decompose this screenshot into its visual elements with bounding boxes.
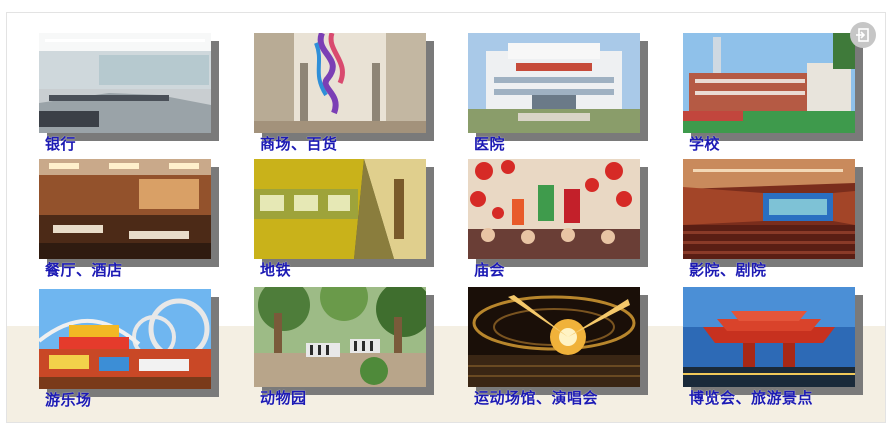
cinema-photo: [683, 159, 855, 259]
exit-button[interactable]: [850, 22, 876, 48]
zoo-photo: [254, 287, 426, 387]
hospital-photo: [468, 33, 640, 133]
temple-fair-photo: [468, 159, 640, 259]
card-label: 动物园: [260, 389, 307, 407]
restaurant-photo: [39, 159, 211, 259]
card-label: 餐厅、酒店: [45, 261, 123, 279]
card-temple-fair: 庙会: [468, 159, 668, 284]
card-zoo: 动物园: [254, 287, 454, 412]
card-label: 医院: [474, 135, 506, 153]
card-label: 博览会、旅游景点: [689, 389, 814, 407]
card-label: 地铁: [260, 261, 292, 279]
mall-photo: [254, 33, 426, 133]
card-hospital: 医院: [468, 33, 668, 158]
card-label: 商场、百货: [260, 135, 338, 153]
card-mall: 商场、百货: [254, 33, 454, 158]
amusement-park-photo: [39, 289, 211, 389]
bank-photo: [39, 33, 211, 133]
exit-icon: [856, 28, 869, 42]
card-label: 运动场馆、演唱会: [474, 389, 599, 407]
card-subway: 地铁: [254, 159, 454, 284]
card-school: 学校: [683, 33, 883, 158]
school-photo: [683, 33, 855, 133]
card-amusement-park: 游乐场: [39, 289, 239, 414]
subway-photo: [254, 159, 426, 259]
card-stadium-concert: 运动场馆、演唱会: [468, 287, 668, 412]
card-label: 学校: [689, 135, 721, 153]
card-label: 庙会: [474, 261, 506, 279]
card-label: 影院、剧院: [689, 261, 767, 279]
stadium-concert-photo: [468, 287, 640, 387]
card-expo-scenic: 博览会、旅游景点: [683, 287, 883, 412]
card-cinema: 影院、剧院: [683, 159, 883, 284]
card-bank: 银行: [39, 33, 239, 158]
slide: 银行 商场、百货 医院 学校 餐厅、酒店 地铁 庙会 影院、剧院 游乐场 动物园…: [6, 12, 886, 423]
card-label: 游乐场: [45, 391, 92, 409]
card-restaurant: 餐厅、酒店: [39, 159, 239, 284]
card-label: 银行: [45, 135, 77, 153]
expo-scenic-photo: [683, 287, 855, 387]
